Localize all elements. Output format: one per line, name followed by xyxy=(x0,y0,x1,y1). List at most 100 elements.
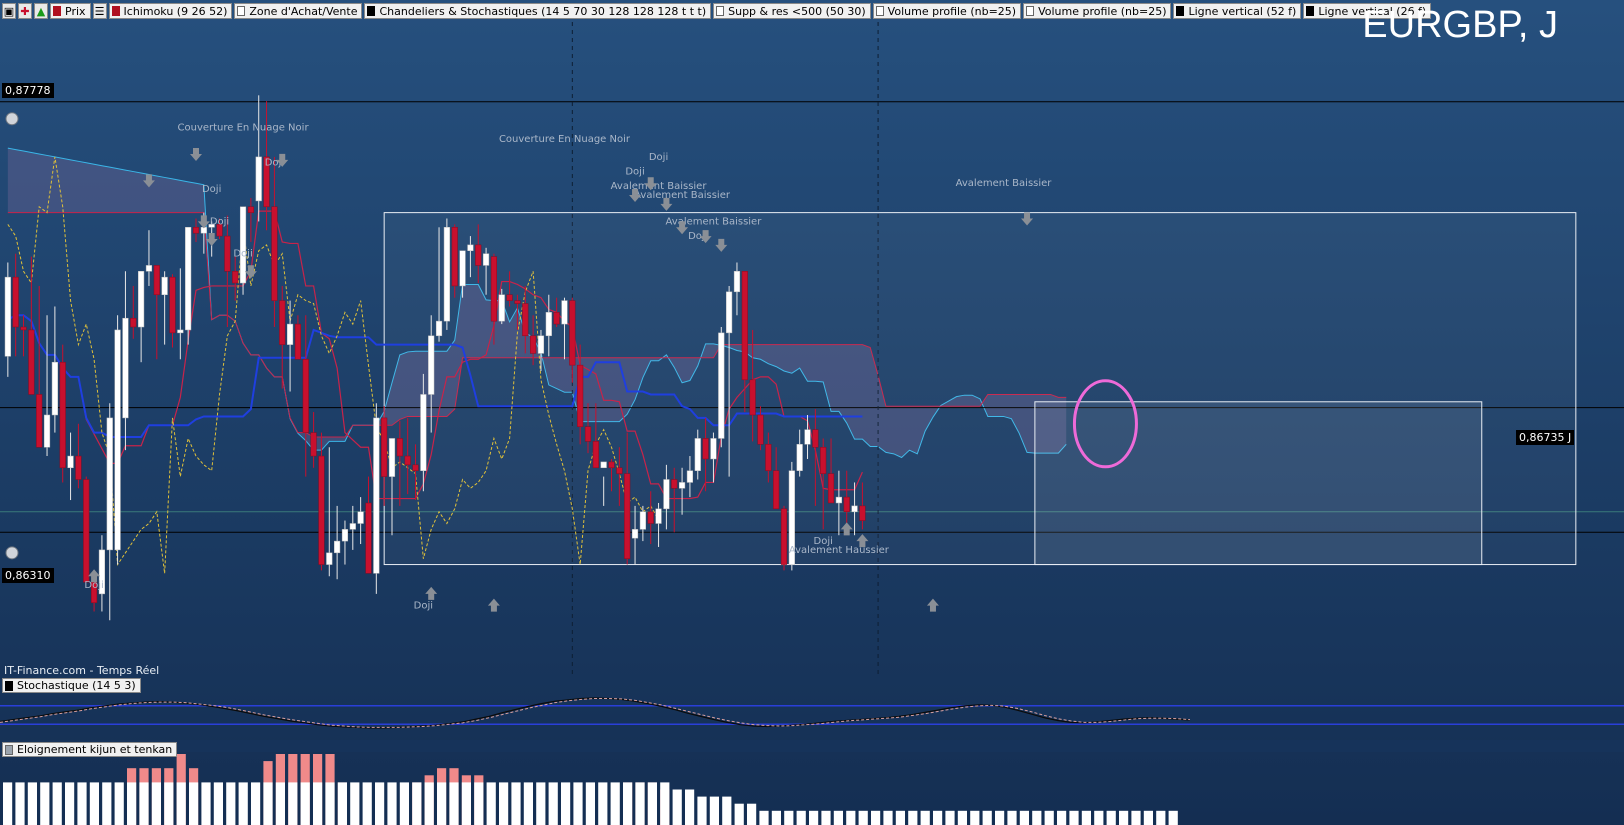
volume-bar-base xyxy=(412,782,422,825)
stoch-label-text: Stochastique (14 5 3) xyxy=(17,679,136,692)
candle-56 xyxy=(443,218,450,330)
volume-bar-31 xyxy=(387,782,397,825)
volume-bar-65 xyxy=(809,810,819,825)
volume-bar-42 xyxy=(523,782,533,825)
candle-body xyxy=(349,523,356,530)
candle-body xyxy=(733,271,741,293)
volume-bar-9 xyxy=(114,782,124,825)
candle-body xyxy=(388,438,396,477)
volume-bar-40 xyxy=(499,782,509,825)
candle-body xyxy=(443,227,450,322)
volume-bar-86 xyxy=(1069,810,1079,825)
volume-bar-8 xyxy=(102,782,112,825)
volume-bar-7 xyxy=(89,782,99,825)
candle-body xyxy=(326,552,333,565)
pattern-annotation-14: Doji xyxy=(414,601,433,612)
volume-bar-32 xyxy=(399,782,409,825)
current-zone xyxy=(1034,401,1483,566)
add-indicator-icon[interactable]: ✚ xyxy=(18,3,32,19)
candle-body xyxy=(835,496,842,504)
volume-bar-69 xyxy=(858,810,868,825)
candle-body xyxy=(467,244,474,252)
volume-bar-19 xyxy=(238,782,248,825)
volume-bar-55 xyxy=(685,789,695,825)
volume-bar-18 xyxy=(226,782,236,825)
candle-body xyxy=(404,455,411,466)
price-tag-current: 0,86735 J xyxy=(1516,430,1575,445)
volume-bar-base xyxy=(461,782,471,825)
volume-bar-20 xyxy=(251,782,261,825)
candle-10 xyxy=(83,476,90,583)
candle-body xyxy=(530,335,537,354)
volume-bar-39 xyxy=(486,782,496,825)
indicator-tab-4[interactable]: Volume profile (nb=25) xyxy=(872,3,1022,19)
candle-body xyxy=(279,300,286,345)
candle-body xyxy=(592,441,599,469)
vol-swatch xyxy=(5,744,13,755)
list-icon[interactable]: ☰ xyxy=(92,3,107,19)
volume-panel-label[interactable]: Eloignement kijun et tenkan xyxy=(2,742,178,757)
candle-body xyxy=(561,300,568,325)
candle-body xyxy=(710,438,717,460)
volume-bar-84 xyxy=(1044,810,1054,825)
price-swatch xyxy=(53,6,61,16)
volume-bar-76 xyxy=(945,810,955,825)
candle-body xyxy=(138,271,145,328)
pattern-annotation-7: Doji xyxy=(625,167,644,178)
volume-bar-47 xyxy=(585,782,595,825)
indicator-tab-2[interactable]: Chandeliers & Stochastiques (14 5 70 30 … xyxy=(364,3,712,19)
indicator-tab-5[interactable]: Volume profile (nb=25) xyxy=(1023,3,1172,19)
candle-body xyxy=(177,329,184,334)
price-tab[interactable]: Prix xyxy=(50,3,91,19)
volume-bar-base xyxy=(288,782,298,825)
candle-body xyxy=(341,529,349,542)
indicator-tab-0[interactable]: Ichimoku (9 26 52) xyxy=(108,3,233,19)
indicator-tab-3[interactable]: Supp & res <500 (50 30) xyxy=(713,3,871,19)
candle-body xyxy=(357,511,364,524)
candle-body xyxy=(287,323,294,345)
volume-bar-77 xyxy=(957,810,967,825)
alarm-clock-icon xyxy=(5,112,19,126)
candle-body xyxy=(608,461,615,469)
price-chart[interactable]: Couverture En Nuage Noir Couverture En Nu… xyxy=(0,0,1624,825)
candle-body xyxy=(114,329,121,551)
candle-body xyxy=(741,271,748,381)
candle-body xyxy=(780,508,788,565)
stochastic-panel-label[interactable]: Stochastique (14 5 3) xyxy=(2,678,141,693)
volume-bar-5 xyxy=(65,782,75,825)
alarm-clock-icon xyxy=(5,546,19,560)
candle-body xyxy=(726,291,733,334)
candle-body xyxy=(804,429,811,445)
volume-bar-54 xyxy=(672,789,682,825)
candle-body xyxy=(83,479,90,583)
panel-separator xyxy=(0,740,1624,752)
volume-bar-83 xyxy=(1032,810,1042,825)
indicator-tab-6[interactable]: Ligne vertical (52 f) xyxy=(1173,3,1302,19)
volume-bar-48 xyxy=(598,782,608,825)
volume-bar-16 xyxy=(201,782,211,825)
volume-bar-87 xyxy=(1081,810,1091,825)
indicator-label: Ligne vertical (52 f) xyxy=(1188,4,1297,18)
volume-bar-base xyxy=(437,782,447,825)
indicator-label: Volume profile (nb=25) xyxy=(887,4,1017,18)
candle-body xyxy=(396,438,403,457)
indicator-label: Ichimoku (9 26 52) xyxy=(123,4,228,18)
volume-bar-63 xyxy=(784,810,794,825)
indicator-tab-1[interactable]: Zone d'Achat/Vente xyxy=(234,3,363,19)
candle-body xyxy=(302,359,309,433)
indicator-swatch xyxy=(1176,6,1185,16)
candle-body xyxy=(490,256,497,322)
settings-icon[interactable]: ▣ xyxy=(2,3,16,19)
up-arrow-icon[interactable]: ▲ xyxy=(34,3,48,19)
indicator-label: Chandeliers & Stochastiques (14 5 70 30 … xyxy=(379,4,707,18)
candle-23 xyxy=(185,227,192,345)
candle-body xyxy=(428,335,435,395)
pattern-annotation-12: Avalement Baissier xyxy=(956,178,1053,189)
candle-body xyxy=(616,467,623,474)
volume-bar-45 xyxy=(561,782,571,825)
volume-bar-4 xyxy=(52,782,62,825)
candle-body xyxy=(483,253,490,266)
candle-body xyxy=(36,394,43,448)
volume-bar-90 xyxy=(1119,810,1129,825)
candle-body xyxy=(506,294,513,301)
